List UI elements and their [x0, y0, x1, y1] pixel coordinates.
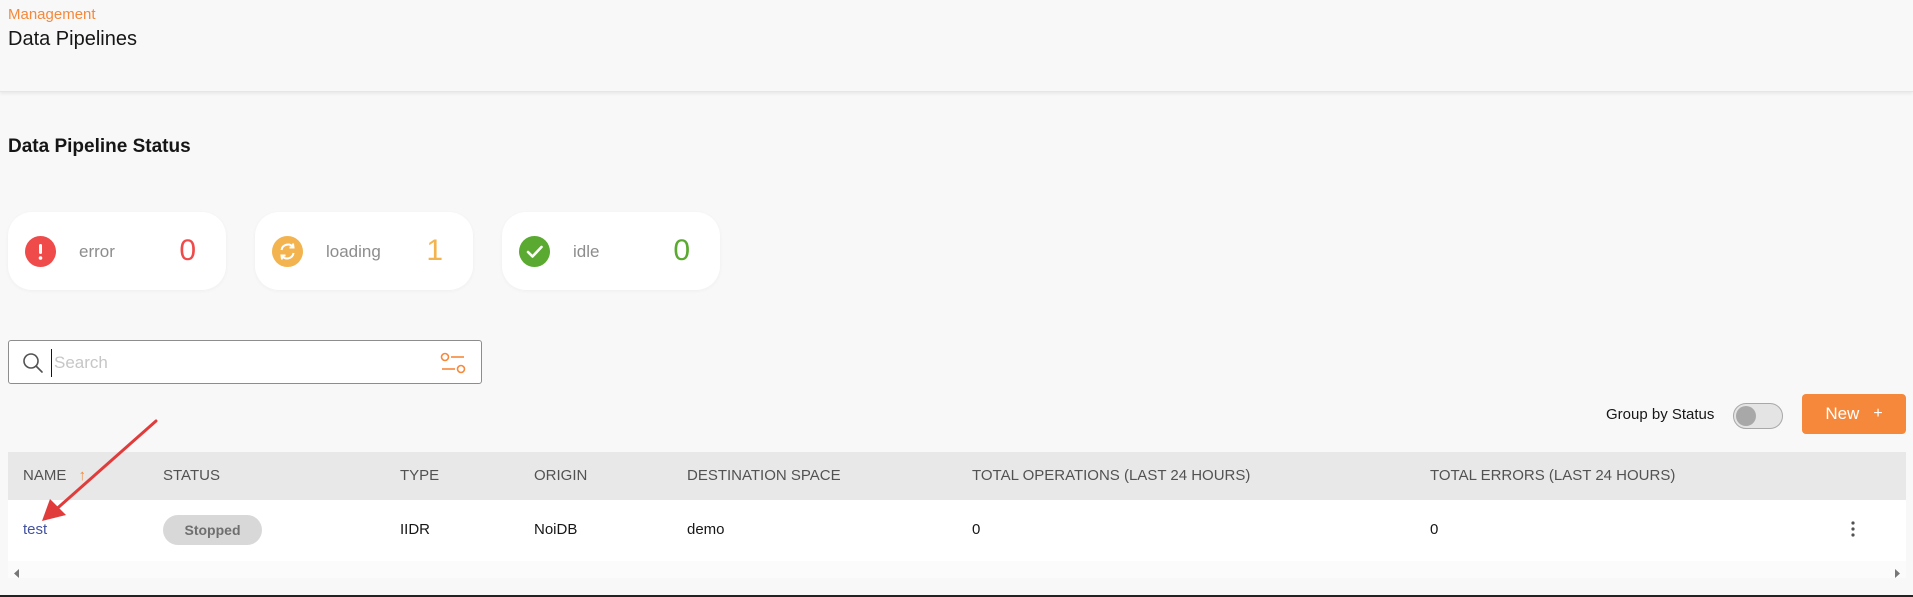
scroll-right-icon[interactable] [1894, 565, 1900, 583]
cell-total-errors: 0 [1430, 521, 1439, 538]
check-icon [519, 236, 550, 267]
status-card-count: 1 [426, 234, 443, 267]
search-input[interactable] [51, 349, 431, 377]
status-card-label: error [79, 242, 115, 261]
new-button-label: New [1825, 404, 1860, 423]
cell-origin: NoiDB [534, 521, 578, 538]
page-header: Management Data Pipelines [0, 0, 1913, 92]
cell-total-operations: 0 [972, 521, 981, 538]
table-header: NAME ↑ STATUS TYPE ORIGIN DESTINATION SP… [8, 452, 1906, 500]
cell-destination: demo [687, 521, 725, 538]
pipeline-name-link[interactable]: test [23, 521, 47, 538]
column-header-origin[interactable]: ORIGIN [534, 467, 587, 484]
sort-ascending-icon[interactable]: ↑ [79, 467, 87, 484]
cell-type: IIDR [400, 521, 430, 538]
status-card-idle[interactable]: idle 0 [502, 212, 720, 290]
overflow-menu-icon[interactable] [1850, 520, 1856, 543]
status-card-error[interactable]: error 0 [8, 212, 226, 290]
plus-icon: + [1873, 405, 1883, 422]
filter-settings-icon[interactable] [440, 351, 466, 380]
column-header-destination-space[interactable]: DESTINATION SPACE [687, 467, 841, 484]
refresh-icon [272, 236, 303, 267]
column-header-total-errors[interactable]: TOTAL ERRORS (LAST 24 HOURS) [1430, 467, 1675, 484]
status-section-title: Data Pipeline Status [8, 136, 191, 157]
table-row[interactable]: test Stopped IIDR NoiDB demo 0 0 [8, 500, 1906, 561]
column-header-name[interactable]: NAME ↑ [23, 467, 86, 484]
status-card-loading[interactable]: loading 1 [255, 212, 473, 290]
scroll-left-icon[interactable] [14, 565, 20, 583]
status-card-count: 0 [673, 234, 690, 267]
page-title: Data Pipelines [8, 28, 137, 50]
column-header-status[interactable]: STATUS [163, 467, 220, 484]
search-box [8, 340, 482, 384]
group-by-status-toggle[interactable] [1733, 403, 1783, 429]
status-card-count: 0 [179, 234, 196, 267]
new-pipeline-button[interactable]: New + [1802, 394, 1906, 434]
column-header-type[interactable]: TYPE [400, 467, 439, 484]
exclamation-icon [25, 236, 56, 267]
status-badge: Stopped [163, 515, 262, 545]
group-by-status-label: Group by Status [1606, 406, 1715, 423]
column-header-total-operations[interactable]: TOTAL OPERATIONS (LAST 24 HOURS) [972, 467, 1250, 484]
toggle-knob [1736, 406, 1756, 426]
search-icon [22, 352, 44, 379]
status-card-label: idle [573, 242, 600, 261]
horizontal-scrollbar[interactable] [8, 561, 1906, 578]
breadcrumb[interactable]: Management [8, 6, 96, 23]
status-card-label: loading [326, 242, 381, 261]
